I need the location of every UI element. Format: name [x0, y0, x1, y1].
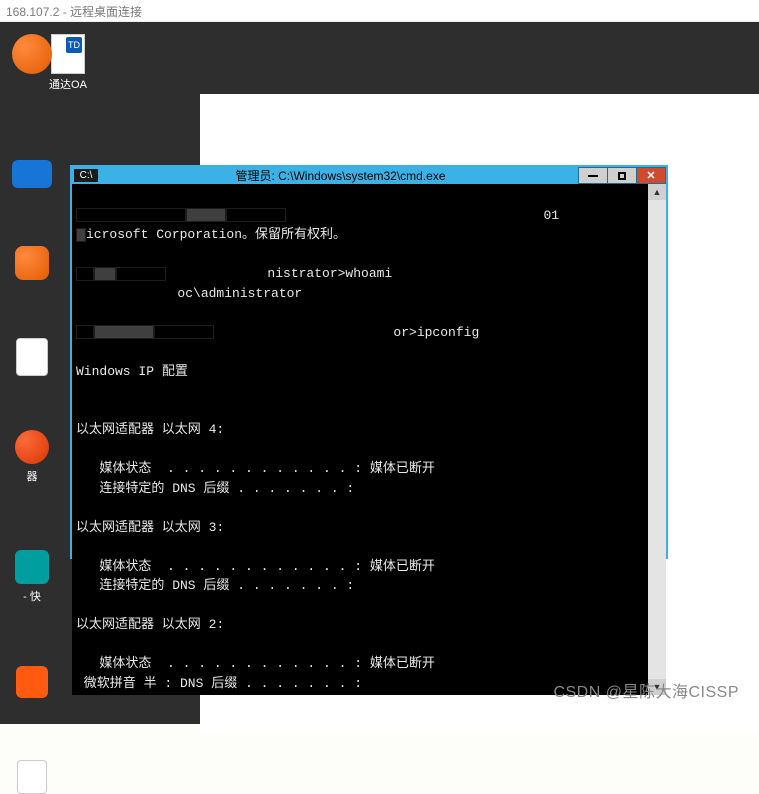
scroll-track[interactable]: [648, 200, 666, 679]
desktop-icon-label-kuai: - 快: [2, 588, 62, 604]
minimize-button[interactable]: [578, 167, 608, 184]
cmd-line: 媒体状态 . . . . . . . . . . . . : 媒体已断开: [76, 559, 435, 574]
cmd-system-menu-icon[interactable]: C:\: [74, 169, 98, 182]
cmd-output[interactable]: 01 icrosoft Corporation。保留所有权利。 nistrato…: [72, 184, 648, 695]
cmd-line: 连接特定的 DNS 后缀 . . . . . . . :: [76, 481, 354, 496]
cmd-line: Windows IP 配置: [76, 364, 188, 379]
cmd-titlebar[interactable]: C:\ 管理员: C:\Windows\system32\cmd.exe ✕: [72, 167, 666, 184]
desktop-icon-app-teal[interactable]: [15, 550, 49, 584]
cmd-title: 管理员: C:\Windows\system32\cmd.exe: [102, 167, 579, 184]
close-button[interactable]: ✕: [636, 167, 666, 184]
td-badge-icon: TD: [66, 37, 82, 53]
rdp-title: 168.107.2 - 远程桌面连接: [6, 5, 142, 19]
cmd-line: oc\administrator: [76, 286, 302, 301]
desktop-icon-chrome[interactable]: [12, 34, 52, 74]
desktop-icon-label-qi: 器: [2, 468, 62, 484]
remote-desktop: TD 通达OA 器 - 快: [0, 22, 759, 724]
desktop-icon-app-white-2[interactable]: [17, 760, 47, 794]
cmd-line: 以太网适配器 以太网 3:: [76, 520, 224, 535]
cmd-line: 媒体状态 . . . . . . . . . . . . : 媒体已断开: [76, 461, 435, 476]
cmd-window: C:\ 管理员: C:\Windows\system32\cmd.exe ✕ 0…: [70, 165, 668, 559]
rdp-titlebar: 168.107.2 - 远程桌面连接: [0, 0, 759, 22]
desktop-icon-app-white[interactable]: [16, 338, 48, 376]
cmd-scrollbar[interactable]: ▲ ▼: [648, 184, 666, 695]
watermark-text: CSDN @星陈大海CISSP: [553, 678, 739, 702]
scroll-up-icon[interactable]: ▲: [648, 184, 666, 200]
cmd-line: nistrator>whoami: [166, 266, 392, 281]
desktop-icon-app-orange-2[interactable]: [15, 430, 49, 464]
desktop-icon-app-blue[interactable]: [12, 160, 52, 188]
cmd-line: 微软拼音 半 : DNS 后缀 . . . . . . . :: [76, 676, 362, 691]
cmd-line: 以太网适配器 以太网 2:: [76, 617, 224, 632]
cmd-line: 以太网适配器 以太网 4:: [76, 422, 224, 437]
cmd-line: or>ipconfig: [214, 325, 479, 340]
maximize-button[interactable]: [607, 167, 637, 184]
cmd-line: 媒体状态 . . . . . . . . . . . . : 媒体已断开: [76, 656, 435, 671]
cmd-line: icrosoft Corporation。保留所有权利。: [86, 227, 346, 242]
desktop-icon-app-red[interactable]: [16, 666, 48, 698]
cmd-line: 01: [286, 208, 559, 223]
desktop-icon-app-orange-1[interactable]: [15, 246, 49, 280]
cmd-line: 连接特定的 DNS 后缀 . . . . . . . :: [76, 578, 354, 593]
